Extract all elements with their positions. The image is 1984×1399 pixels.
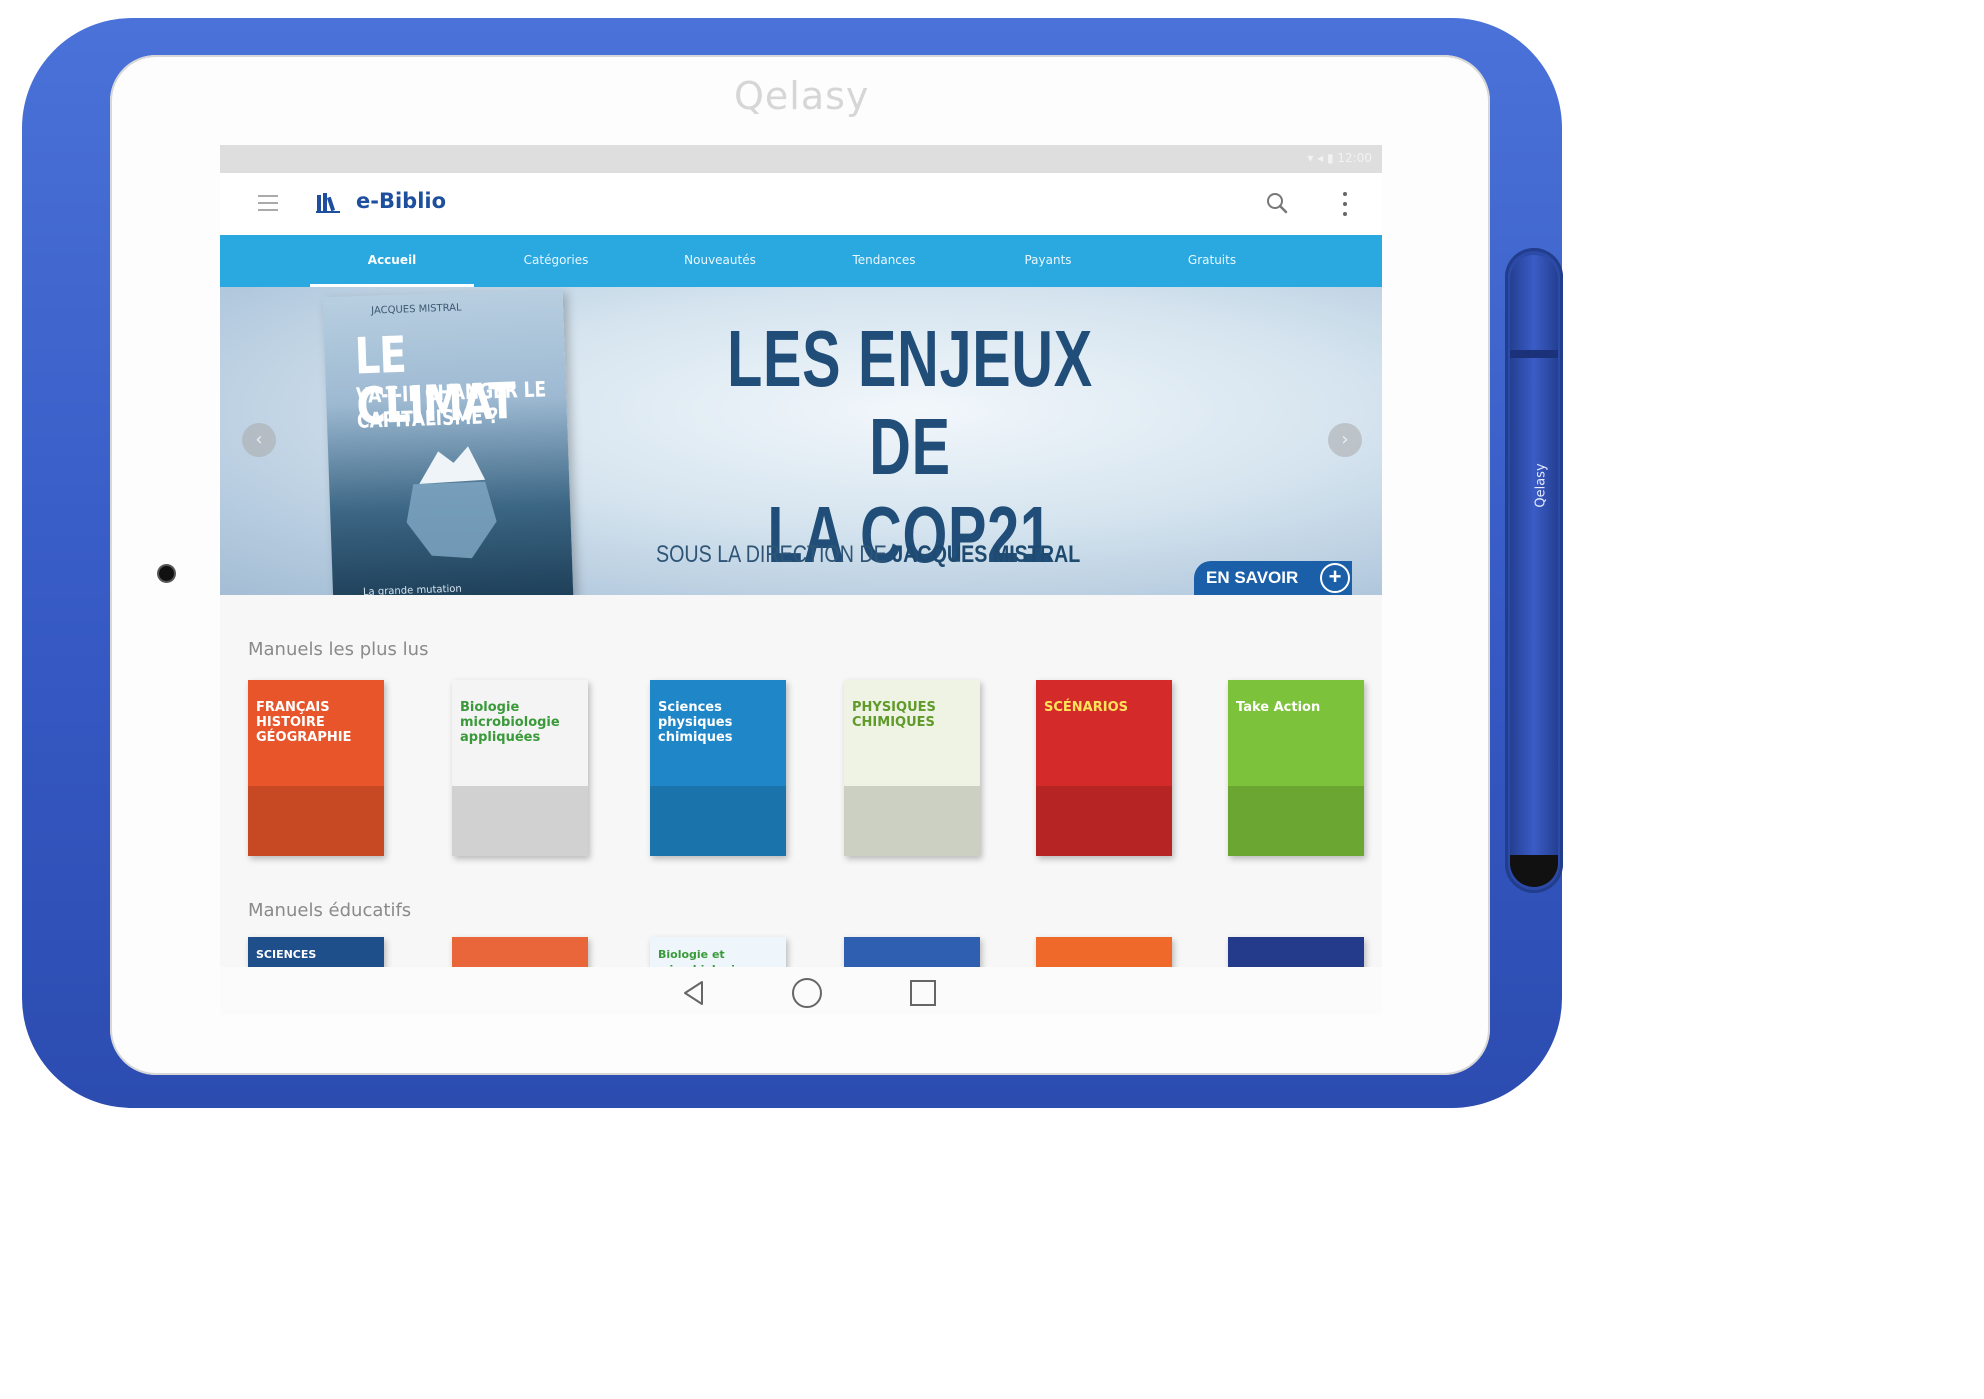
- book-cover[interactable]: [1036, 937, 1172, 971]
- book-cover-illustration: [650, 786, 786, 856]
- book-cover-title: SCIENCES: [256, 948, 317, 961]
- status-text: ▾ ◂ ▮ 12:00: [1307, 151, 1372, 165]
- book-cover-title: PHYSIQUES CHIMIQUES: [852, 700, 936, 730]
- search-icon[interactable]: [1266, 192, 1288, 214]
- book-cover[interactable]: PHYSIQUES CHIMIQUES: [844, 680, 980, 856]
- banner-byline-name: JACQUES MISTRAL: [892, 541, 1081, 568]
- banner-book-author: JACQUES MISTRAL: [371, 302, 462, 317]
- book-cover[interactable]: SCIENCES: [248, 937, 384, 971]
- book-cover-illustration: [844, 786, 980, 856]
- more-vertical-icon[interactable]: [1338, 192, 1352, 216]
- book-cover[interactable]: [844, 937, 980, 971]
- device-brand-logo: Qelasy: [734, 74, 870, 118]
- banner-book-subtitle: VA-T-IL CHANGER LE CAPITALISME ?: [355, 377, 547, 435]
- section-title-educational: Manuels éducatifs: [248, 900, 412, 921]
- tab-gratuits[interactable]: Gratuits: [1130, 235, 1294, 287]
- banner-byline-prefix: SOUS LA DIRECTION DE: [656, 541, 887, 568]
- book-cover-title: FRANÇAIS HISTOIRE GÉOGRAPHIE: [256, 700, 352, 745]
- chevron-right-icon[interactable]: ›: [1328, 423, 1362, 457]
- home-circle-icon[interactable]: [792, 978, 822, 1008]
- tab-payants[interactable]: Payants: [966, 235, 1130, 287]
- tablet-screen: ▾ ◂ ▮ 12:00 e-Biblio Accueil Catégories …: [220, 145, 1382, 1015]
- recent-apps-square-icon[interactable]: [910, 980, 936, 1006]
- section-title-most-read: Manuels les plus lus: [248, 639, 429, 660]
- app-bar: e-Biblio: [220, 173, 1382, 235]
- android-nav-bar: [220, 967, 1382, 1015]
- plus-icon: +: [1320, 563, 1350, 593]
- book-cover[interactable]: Biologie microbiologie appliquées: [452, 680, 588, 856]
- book-cover-title: Sciences physiques chimiques: [658, 700, 733, 745]
- book-cover-illustration: [1036, 786, 1172, 856]
- book-cover-illustration: [1228, 786, 1364, 856]
- iceberg-illustration: [406, 446, 497, 559]
- book-cover[interactable]: [452, 937, 588, 971]
- book-cover-illustration: [248, 786, 384, 856]
- hamburger-menu-icon[interactable]: [258, 195, 278, 211]
- book-cover-title: Take Action: [1236, 700, 1321, 715]
- tab-tendances[interactable]: Tendances: [802, 235, 966, 287]
- cta-label: EN SAVOIR: [1206, 568, 1299, 587]
- stylus-band: [1510, 350, 1558, 358]
- book-cover-illustration: [452, 786, 588, 856]
- tab-nouveautes[interactable]: Nouveautés: [638, 235, 802, 287]
- back-triangle-icon[interactable]: [680, 979, 708, 1007]
- status-bar: ▾ ◂ ▮ 12:00: [220, 145, 1382, 173]
- banner-book-cover[interactable]: JACQUES MISTRAL LE CLIMAT VA-T-IL CHANGE…: [322, 288, 574, 595]
- chevron-left-icon[interactable]: ‹: [242, 423, 276, 457]
- banner-byline: SOUS LA DIRECTION DE JACQUES MISTRAL: [656, 541, 1080, 569]
- book-cover-title: Biologie microbiologie appliquées: [460, 700, 560, 745]
- book-cover[interactable]: Take Action: [1228, 680, 1364, 856]
- library-books-icon: [316, 193, 340, 213]
- book-cover[interactable]: Sciences physiques chimiques: [650, 680, 786, 856]
- stylus-brand-label: Qelasy: [1533, 463, 1549, 508]
- banner-headline-line1: LES ENJEUX DE: [727, 314, 1093, 491]
- banner-book-footer: La grande mutation: [362, 583, 462, 595]
- tab-categories[interactable]: Catégories: [474, 235, 638, 287]
- book-cover[interactable]: FRANÇAIS HISTOIRE GÉOGRAPHIE: [248, 680, 384, 856]
- book-cover[interactable]: Biologie et microbiologie: [650, 937, 786, 971]
- en-savoir-plus-button[interactable]: EN SAVOIR +: [1194, 561, 1352, 595]
- banner-headline: LES ENJEUX DE LA COP21: [723, 315, 1097, 579]
- featured-banner[interactable]: JACQUES MISTRAL LE CLIMAT VA-T-IL CHANGE…: [220, 287, 1382, 595]
- tab-accueil[interactable]: Accueil: [310, 235, 474, 287]
- front-camera: [159, 566, 174, 581]
- tab-bar: Accueil Catégories Nouveautés Tendances …: [220, 235, 1382, 287]
- app-title: e-Biblio: [356, 189, 447, 213]
- book-cover[interactable]: SCÉNARIOS: [1036, 680, 1172, 856]
- book-cover-title: SCÉNARIOS: [1044, 700, 1128, 715]
- book-cover[interactable]: [1228, 937, 1364, 971]
